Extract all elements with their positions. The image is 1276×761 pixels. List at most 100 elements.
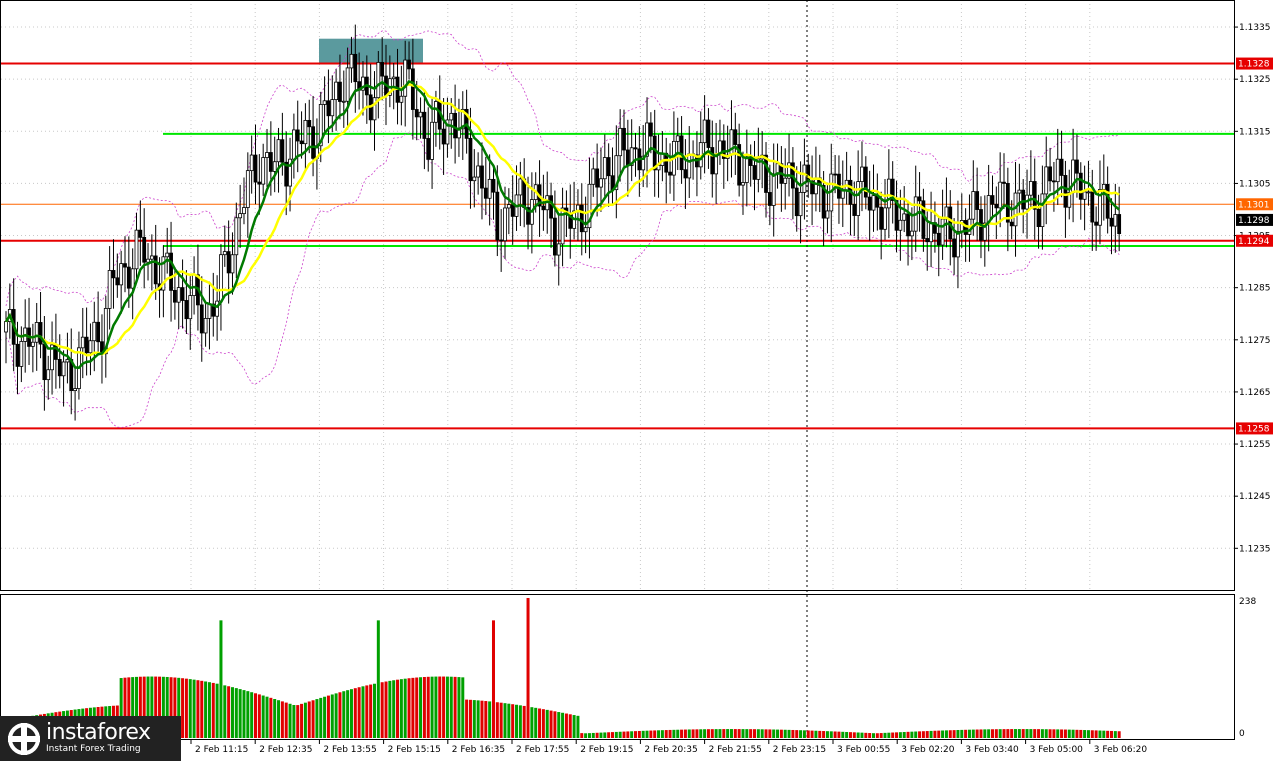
candle-body <box>549 195 553 219</box>
volume-bar <box>326 695 330 738</box>
candle-body <box>1105 183 1110 219</box>
candle-body <box>353 53 358 83</box>
candle-body <box>322 100 327 105</box>
candle-body <box>153 255 158 285</box>
candle-body <box>971 191 976 220</box>
candle-body <box>257 181 262 185</box>
volume-bar <box>449 676 453 738</box>
candle-body <box>794 187 799 217</box>
volume-max-label: 238 <box>1239 597 1256 607</box>
price-tick-label: 1.1265 <box>1239 388 1271 398</box>
volume-bar <box>806 730 810 738</box>
candle-body <box>1109 217 1114 227</box>
volume-bar <box>303 702 307 738</box>
volume-bar <box>737 729 741 738</box>
candle-body <box>422 111 427 139</box>
brand-logo: instaforex Instant Forex Trading <box>0 716 181 761</box>
candle-body <box>268 152 273 172</box>
candle-body <box>499 239 504 242</box>
volume-bar <box>1025 729 1029 738</box>
time-tick-label: 2 Feb 17:55 <box>516 745 569 755</box>
volume-bar <box>964 729 968 738</box>
volume-bar <box>1083 730 1087 738</box>
volume-min-label: 0 <box>1239 729 1245 739</box>
candle-body <box>261 157 266 185</box>
candle-body <box>879 206 884 230</box>
candle-body <box>1082 191 1087 200</box>
candle-body <box>453 112 458 139</box>
candle-body <box>906 213 910 237</box>
volume-bar <box>491 620 495 738</box>
candle-body <box>338 81 342 102</box>
volume-bar <box>549 710 553 738</box>
volume-bar <box>476 700 480 738</box>
candle-body <box>553 217 557 256</box>
candle-body <box>898 219 903 231</box>
volume-bar <box>906 731 910 738</box>
level-tag-label: 1.1328 <box>1238 60 1270 70</box>
candle-body <box>503 207 507 242</box>
volume-bar <box>530 707 534 738</box>
level-tag-label: 1.1301 <box>1238 200 1270 210</box>
volume-bar <box>511 704 515 738</box>
candle-body <box>468 137 473 182</box>
candle-body <box>595 168 600 188</box>
candle-body <box>203 318 208 334</box>
volume-bar <box>822 731 826 738</box>
volume-bar <box>891 732 895 738</box>
volume-bar <box>603 732 607 738</box>
candle-body <box>606 157 611 177</box>
candle-body <box>430 121 434 160</box>
candle-body <box>299 140 304 145</box>
candle-body <box>599 178 603 188</box>
volume-bar <box>369 684 373 738</box>
volume-bar <box>553 711 557 738</box>
candle-body <box>886 178 891 209</box>
candle-body <box>380 62 385 77</box>
time-tick-label: 3 Feb 03:40 <box>965 745 1019 755</box>
volume-bar <box>349 689 353 738</box>
candle-body <box>652 135 657 171</box>
candle-body <box>180 287 185 301</box>
volume-bar <box>250 692 254 738</box>
price-chart[interactable]: 1.13351.13251.13151.13051.12951.12851.12… <box>0 0 1276 761</box>
candle-body <box>134 229 139 270</box>
volume-bar <box>1117 731 1121 738</box>
volume-bar <box>1056 729 1060 738</box>
candle-body <box>184 300 189 320</box>
volume-bar <box>1021 729 1025 738</box>
candle-body <box>1113 214 1118 227</box>
volume-bar <box>868 733 872 738</box>
volume-bar <box>338 692 342 738</box>
volume-bar <box>649 730 653 738</box>
candle-body <box>767 192 772 206</box>
candle-body <box>994 203 999 209</box>
current-price-label: 1.1298 <box>1238 216 1270 226</box>
volume-bar <box>664 730 668 738</box>
volume-bar <box>215 683 219 738</box>
candle-body <box>222 251 227 256</box>
volume-bar <box>415 677 419 738</box>
volume-bar <box>710 729 714 738</box>
volume-bar <box>979 729 983 738</box>
candle-body <box>579 204 584 233</box>
volume-bar <box>1063 729 1067 738</box>
candle-body <box>752 165 757 180</box>
volume-bar <box>614 731 618 738</box>
volume-bar <box>346 690 350 738</box>
time-tick-label: 3 Feb 06:20 <box>1094 745 1148 755</box>
candle-body <box>149 255 154 260</box>
candle-body <box>476 165 481 178</box>
candle-body <box>871 195 876 211</box>
volume-bar <box>653 730 657 738</box>
candle-body <box>188 295 193 320</box>
volume-bar <box>557 712 561 738</box>
candle-body <box>19 341 24 367</box>
volume-bar <box>703 729 707 738</box>
volume-bar <box>641 730 645 738</box>
candle-body <box>334 81 339 100</box>
brand-name: instaforex <box>46 720 151 745</box>
volume-bar <box>230 687 234 738</box>
candle-body <box>1059 158 1064 176</box>
candle-body <box>687 153 692 179</box>
